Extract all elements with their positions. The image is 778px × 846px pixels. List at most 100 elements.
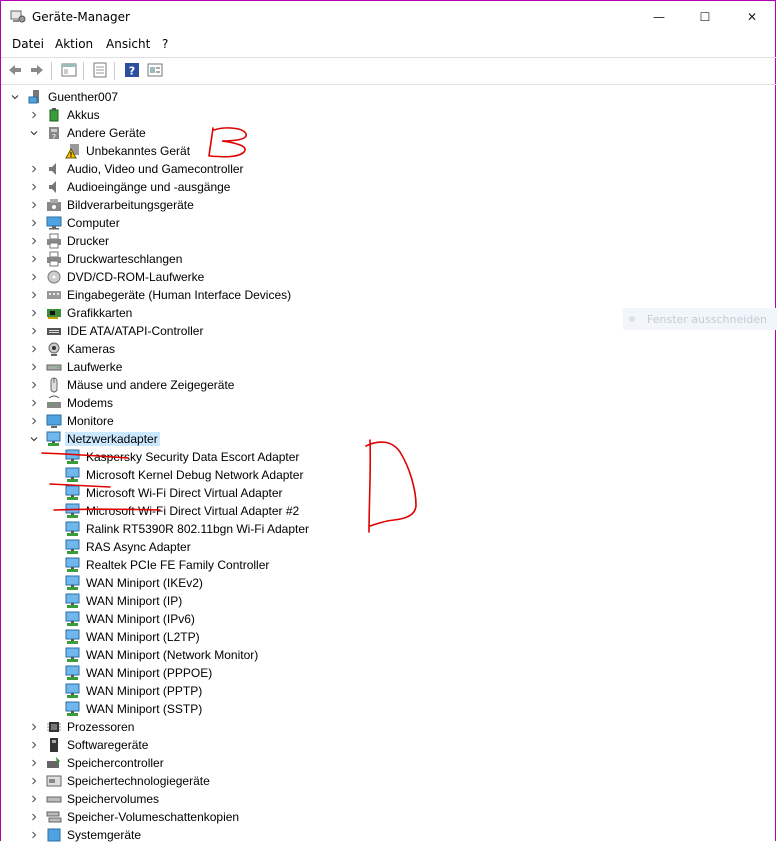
chevron-right-icon[interactable] [30, 219, 38, 227]
tree-item-label: Audio, Video und Gamecontroller [67, 162, 244, 176]
tree-item-label: Laufwerke [67, 360, 123, 374]
chevron-down-icon[interactable] [30, 435, 38, 443]
tree-category[interactable]: Computer [1, 214, 777, 232]
chevron-down-icon[interactable] [30, 129, 38, 137]
tree-category[interactable]: Mäuse und andere Zeigegeräte [1, 376, 777, 394]
tree-view-icon[interactable] [61, 62, 77, 78]
tree-category[interactable]: Softwaregeräte [1, 736, 777, 754]
tree-category[interactable]: Speichertechnologiegeräte [1, 772, 777, 790]
tree-category[interactable]: Monitore [1, 412, 777, 430]
tree-root[interactable]: Guenther007 [1, 88, 777, 106]
speaker-icon [46, 161, 62, 177]
device-view-icon[interactable] [147, 62, 163, 78]
chevron-right-icon[interactable] [30, 201, 38, 209]
tree-category[interactable]: Bildverarbeitungsgeräte [1, 196, 777, 214]
title-bar: Geräte-Manager — ☐ ✕ [1, 1, 777, 33]
other-devices-icon: ? [46, 125, 62, 142]
tree-device[interactable]: WAN Miniport (SSTP) [1, 700, 777, 718]
help-icon[interactable]: ? [124, 62, 140, 78]
network-adapter-icon [65, 485, 81, 501]
tree-category[interactable]: Speicher-Volumeschattenkopien [1, 808, 777, 826]
chevron-right-icon[interactable] [30, 417, 38, 425]
tree-device[interactable]: WAN Miniport (IKEv2) [1, 574, 777, 592]
chevron-right-icon[interactable] [30, 795, 38, 803]
tree-category[interactable]: Laufwerke [1, 358, 777, 376]
chevron-right-icon[interactable] [30, 741, 38, 749]
tree-category[interactable]: Akkus [1, 106, 777, 124]
tree-category[interactable]: Kameras [1, 340, 777, 358]
properties-icon[interactable] [92, 62, 108, 78]
chevron-right-icon[interactable] [30, 165, 38, 173]
chevron-right-icon[interactable] [30, 111, 38, 119]
tree-category[interactable]: Audioeingänge und -ausgänge [1, 178, 777, 196]
tree-device[interactable]: Microsoft Wi-Fi Direct Virtual Adapter [1, 484, 777, 502]
speaker-icon [46, 179, 62, 195]
tree-item-label: Kaspersky Security Data Escort Adapter [86, 450, 300, 464]
tree-device[interactable]: Microsoft Kernel Debug Network Adapter [1, 466, 777, 484]
volume-icon [46, 791, 62, 807]
chevron-right-icon[interactable] [30, 237, 38, 245]
toolbar: ? [1, 57, 777, 85]
tree-device[interactable]: Unbekanntes Gerät [1, 142, 777, 160]
forward-icon[interactable] [29, 62, 45, 78]
menu-ansicht[interactable]: Ansicht [106, 37, 150, 51]
tree-category[interactable]: Drucker [1, 232, 777, 250]
network-adapter-icon [65, 557, 81, 573]
chevron-right-icon[interactable] [30, 381, 38, 389]
tree-category[interactable]: Eingabegeräte (Human Interface Devices) [1, 286, 777, 304]
monitor-icon [46, 413, 62, 429]
menu-datei[interactable]: Datei [12, 37, 44, 51]
tree-category[interactable]: Druckwarteschlangen [1, 250, 777, 268]
chevron-right-icon[interactable] [30, 831, 38, 839]
tree-category[interactable]: DVD/CD-ROM-Laufwerke [1, 268, 777, 286]
tree-device[interactable]: WAN Miniport (PPTP) [1, 682, 777, 700]
tree-device[interactable]: Ralink RT5390R 802.11bgn Wi-Fi Adapter [1, 520, 777, 538]
maximize-button[interactable]: ☐ [682, 1, 728, 33]
tree-category[interactable]: Speichercontroller [1, 754, 777, 772]
tree-category[interactable]: Systemgeräte [1, 826, 777, 844]
tree-device[interactable]: Microsoft Wi-Fi Direct Virtual Adapter #… [1, 502, 777, 520]
chevron-right-icon[interactable] [30, 255, 38, 263]
tree-device[interactable]: Kaspersky Security Data Escort Adapter [1, 448, 777, 466]
menu-aktion[interactable]: Aktion [55, 37, 93, 51]
tree-device[interactable]: WAN Miniport (Network Monitor) [1, 646, 777, 664]
tree-device[interactable]: WAN Miniport (IP) [1, 592, 777, 610]
printer-icon [46, 233, 62, 249]
tree-item-label: IDE ATA/ATAPI-Controller [67, 324, 204, 338]
chevron-right-icon[interactable] [30, 345, 38, 353]
chevron-right-icon[interactable] [30, 777, 38, 785]
tree-device[interactable]: WAN Miniport (PPPOE) [1, 664, 777, 682]
tree-category[interactable]: Speichervolumes [1, 790, 777, 808]
minimize-icon: — [653, 10, 665, 24]
network-adapter-icon [65, 521, 81, 537]
tree-category[interactable]: Prozessoren [1, 718, 777, 736]
chevron-right-icon[interactable] [30, 327, 38, 335]
tree-device[interactable]: WAN Miniport (L2TP) [1, 628, 777, 646]
chevron-right-icon[interactable] [30, 291, 38, 299]
network-adapter-icon [65, 629, 81, 645]
modem-icon [46, 395, 62, 411]
close-button[interactable]: ✕ [729, 1, 775, 33]
network-adapter-icon [65, 665, 81, 681]
chevron-right-icon[interactable] [30, 759, 38, 767]
menu-help[interactable]: ? [162, 37, 168, 51]
minimize-button[interactable]: — [636, 1, 682, 33]
tree-category[interactable]: Netzwerkadapter [1, 430, 777, 448]
chevron-right-icon[interactable] [30, 723, 38, 731]
tree-category[interactable]: Modems [1, 394, 777, 412]
tree-device[interactable]: RAS Async Adapter [1, 538, 777, 556]
tree-item-label: Kameras [67, 342, 116, 356]
chevron-right-icon[interactable] [30, 363, 38, 371]
tree-device[interactable]: Realtek PCIe FE Family Controller [1, 556, 777, 574]
chevron-right-icon[interactable] [30, 183, 38, 191]
chevron-right-icon[interactable] [30, 813, 38, 821]
tree-device[interactable]: WAN Miniport (IPv6) [1, 610, 777, 628]
tree-category[interactable]: Audio, Video und Gamecontroller [1, 160, 777, 178]
back-icon[interactable] [7, 62, 23, 78]
chevron-down-icon[interactable] [11, 93, 19, 101]
ghost-tooltip: Fenster ausschneiden [623, 308, 777, 330]
chevron-right-icon[interactable] [30, 273, 38, 281]
chevron-right-icon[interactable] [30, 309, 38, 317]
chevron-right-icon[interactable] [30, 399, 38, 407]
tree-category[interactable]: ? Andere Geräte [1, 124, 777, 142]
